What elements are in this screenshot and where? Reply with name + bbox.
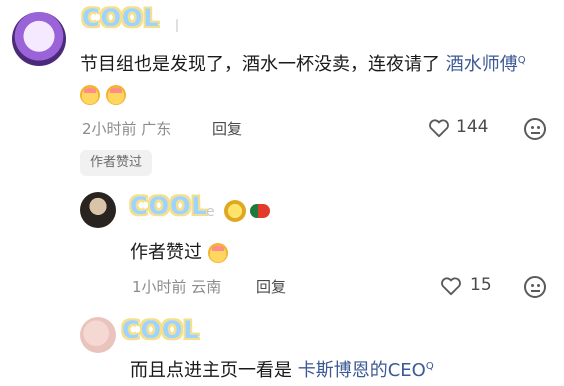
avatar[interactable] — [12, 12, 66, 66]
comment-text: 作者赞过 — [130, 238, 228, 268]
username-text: COOL — [130, 192, 208, 220]
comment-meta: 1小时前 云南 — [132, 278, 222, 296]
username-trail: e — [206, 204, 215, 220]
comment-body: 作者赞过 — [130, 242, 202, 263]
comment-meta: 2小时前 广东 — [82, 120, 172, 138]
search-icon: Q — [425, 361, 434, 372]
heart-icon[interactable] — [428, 118, 450, 138]
avatar[interactable] — [80, 192, 116, 228]
like-count: 15 — [470, 275, 492, 295]
username-sticker[interactable]: COOL — [130, 194, 208, 218]
username-text: COOL — [82, 4, 160, 32]
search-link[interactable]: 酒水师傅Q — [446, 54, 526, 75]
heart-icon[interactable] — [440, 276, 462, 296]
comment-text: 而且点进主页一看是 卡斯博恩的CEOQ — [130, 352, 550, 386]
dislike-icon[interactable] — [524, 276, 546, 298]
crying-laugh-emoji — [80, 85, 100, 105]
search-link-text: 酒水师傅 — [445, 54, 518, 75]
medal-icon — [224, 200, 246, 222]
dislike-icon[interactable] — [524, 118, 546, 140]
comment-body: 节目组也是发现了，酒水一杯没卖，连夜请了 — [80, 54, 440, 75]
username-trail: 丨 — [170, 19, 184, 35]
crying-laugh-emoji — [105, 85, 126, 105]
region-badge-icon — [250, 204, 270, 218]
author-liked-badge: 作者赞过 — [80, 150, 153, 176]
reply-button[interactable]: 回复 — [212, 118, 242, 139]
search-link[interactable]: 卡斯博恩的CEOQ — [298, 360, 434, 381]
search-link-text: 卡斯博恩的CEO — [297, 360, 426, 381]
comment-text: 节目组也是发现了，酒水一杯没卖，连夜请了 酒水师傅Q — [80, 46, 550, 110]
reply-button[interactable]: 回复 — [256, 276, 286, 297]
username-sticker[interactable]: COOL — [122, 318, 200, 342]
comment-body: 而且点进主页一看是 — [130, 360, 292, 381]
username-text: COOL — [122, 316, 200, 344]
username-sticker[interactable]: COOL — [82, 6, 160, 30]
like-count: 144 — [456, 117, 489, 137]
search-icon: Q — [517, 55, 526, 66]
emoji-icon — [207, 243, 228, 263]
avatar[interactable] — [80, 317, 116, 353]
